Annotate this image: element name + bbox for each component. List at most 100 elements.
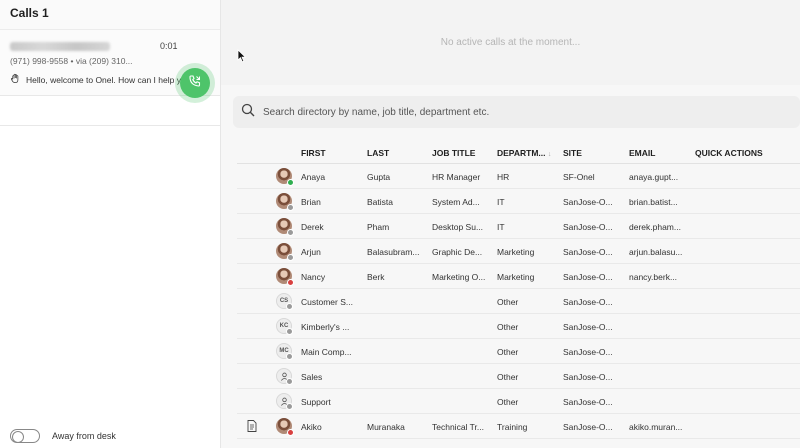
avatar — [276, 168, 294, 186]
person-icon — [276, 368, 293, 385]
presence-status-icon — [286, 353, 293, 360]
cell-department: Marketing — [497, 272, 535, 282]
caller-name-blurred — [10, 42, 110, 51]
cell-job-title: Technical Tr... — [432, 422, 484, 432]
document-icon[interactable] — [247, 420, 257, 434]
cell-department: Other — [497, 372, 519, 382]
table-body: Anaya Gupta HR Manager HR SF-Onel anaya.gupt.… — [237, 164, 800, 439]
cell-job-title: Graphic De... — [432, 247, 483, 257]
cell-email: nancy.berk... — [629, 272, 678, 282]
calls-header: Calls 1 — [0, 0, 220, 30]
cell-site: SanJose-O... — [563, 422, 613, 432]
person-icon — [276, 393, 293, 410]
directory-search[interactable] — [233, 96, 800, 128]
cell-first: Nancy — [301, 272, 326, 282]
cell-department: Other — [497, 322, 519, 332]
cell-first: Support — [301, 397, 331, 407]
cell-site: SanJose-O... — [563, 297, 613, 307]
cell-last: Muranaka — [367, 422, 405, 432]
table-row[interactable]: KC Kimberly's ... Other SanJose-O... — [237, 314, 800, 339]
header-department[interactable]: DEPARTM... ↓ — [497, 148, 557, 158]
presence-status-icon — [287, 254, 294, 261]
calls-panel: Calls 1 0:01 (971) 998-9558 • via (209) … — [0, 0, 221, 448]
table-header-row: FIRST LAST JOB TITLE DEPARTM... ↓ SITE E… — [237, 140, 800, 164]
table-row[interactable]: Brian Batista System Ad... IT SanJose-O... br… — [237, 189, 800, 214]
avatar — [276, 193, 294, 211]
presence-status-icon — [286, 378, 293, 385]
cell-first: Kimberly's ... — [301, 322, 350, 332]
cell-job-title: System Ad... — [432, 197, 480, 207]
cell-first: Akiko — [301, 422, 322, 432]
header-job-title[interactable]: JOB TITLE — [432, 148, 490, 158]
cell-site: SanJose-O... — [563, 272, 613, 282]
presence-status-icon — [286, 328, 293, 335]
presence-status-icon — [286, 303, 293, 310]
directory-table: FIRST LAST JOB TITLE DEPARTM... ↓ SITE E… — [237, 140, 800, 439]
cell-last: Gupta — [367, 172, 391, 182]
no-active-calls-banner: No active calls at the moment... — [221, 0, 800, 85]
header-last[interactable]: LAST — [367, 148, 427, 158]
header-first[interactable]: FIRST — [301, 148, 361, 158]
cell-department: Training — [497, 422, 528, 432]
search-input[interactable] — [263, 106, 663, 118]
wave-hand-icon — [10, 73, 21, 86]
sort-arrow-icon: ↓ — [547, 151, 552, 158]
cell-department: Other — [497, 397, 519, 407]
cell-first: Sales — [301, 372, 323, 382]
presence-status-icon — [287, 204, 294, 211]
cell-job-title: Desktop Su... — [432, 222, 484, 232]
avatar-initials: KC — [276, 318, 293, 335]
greeting-text: Hello, welcome to Onel. How can I help y… — [26, 74, 196, 85]
header-site[interactable]: SITE — [563, 148, 623, 158]
cell-site: SanJose-O... — [563, 397, 613, 407]
table-row[interactable]: MC Main Comp... Other SanJose-O... — [237, 339, 800, 364]
active-call-card[interactable]: 0:01 (971) 998-9558 • via (209) 310... H… — [0, 30, 220, 98]
cell-first: Main Comp... — [301, 347, 352, 357]
avatar — [276, 418, 294, 436]
table-row[interactable]: Nancy Berk Marketing O... Marketing SanJose-… — [237, 264, 800, 289]
away-label: Away from desk — [52, 431, 116, 441]
cell-first: Brian — [301, 197, 321, 207]
presence-status-icon — [287, 179, 294, 186]
table-row[interactable]: CS Customer S... Other SanJose-O... — [237, 289, 800, 314]
avatar — [276, 243, 294, 261]
avatar-initials: MC — [276, 343, 293, 360]
empty-call-slot — [0, 96, 220, 126]
away-toggle[interactable] — [10, 429, 40, 443]
cell-department: Other — [497, 347, 519, 357]
table-row[interactable]: Derek Pham Desktop Su... IT SanJose-O... dere… — [237, 214, 800, 239]
answer-call-button[interactable] — [180, 68, 210, 98]
presence-status-icon — [287, 279, 294, 286]
cell-site: SanJose-O... — [563, 347, 613, 357]
table-row[interactable]: Arjun Balasubram... Graphic De... Marketing… — [237, 239, 800, 264]
table-row[interactable]: Sales Other SanJose-O... — [237, 364, 800, 389]
cell-email: derek.pham... — [629, 222, 681, 232]
cell-email: brian.batist... — [629, 197, 678, 207]
table-row[interactable]: Anaya Gupta HR Manager HR SF-Onel anaya.gupt.… — [237, 164, 800, 189]
cell-site: SanJose-O... — [563, 222, 613, 232]
header-email[interactable]: EMAIL — [629, 148, 687, 158]
cell-department: HR — [497, 172, 510, 182]
presence-status-icon — [287, 229, 294, 236]
cell-site: SanJose-O... — [563, 372, 613, 382]
avatar — [276, 268, 294, 286]
table-row[interactable]: Akiko Muranaka Technical Tr... Training SanJ… — [237, 414, 800, 439]
header-department-label: DEPARTM... — [497, 148, 546, 158]
cell-site: SanJose-O... — [563, 322, 613, 332]
cell-email: anaya.gupt... — [629, 172, 679, 182]
cell-first: Derek — [301, 222, 324, 232]
table-row[interactable]: Support Other SanJose-O... — [237, 389, 800, 414]
cell-last: Berk — [367, 272, 385, 282]
cell-first: Arjun — [301, 247, 321, 257]
cell-department: Other — [497, 297, 519, 307]
cell-department: Marketing — [497, 247, 535, 257]
phone-icon — [188, 74, 202, 93]
cell-email: akiko.muran... — [629, 422, 683, 432]
cell-first: Customer S... — [301, 297, 353, 307]
away-from-desk: Away from desk — [10, 429, 116, 443]
mouse-cursor-icon — [237, 49, 247, 68]
cell-site: SF-Onel — [563, 172, 595, 182]
cell-site: SanJose-O... — [563, 247, 613, 257]
cell-department: IT — [497, 222, 505, 232]
cell-last: Pham — [367, 222, 390, 232]
